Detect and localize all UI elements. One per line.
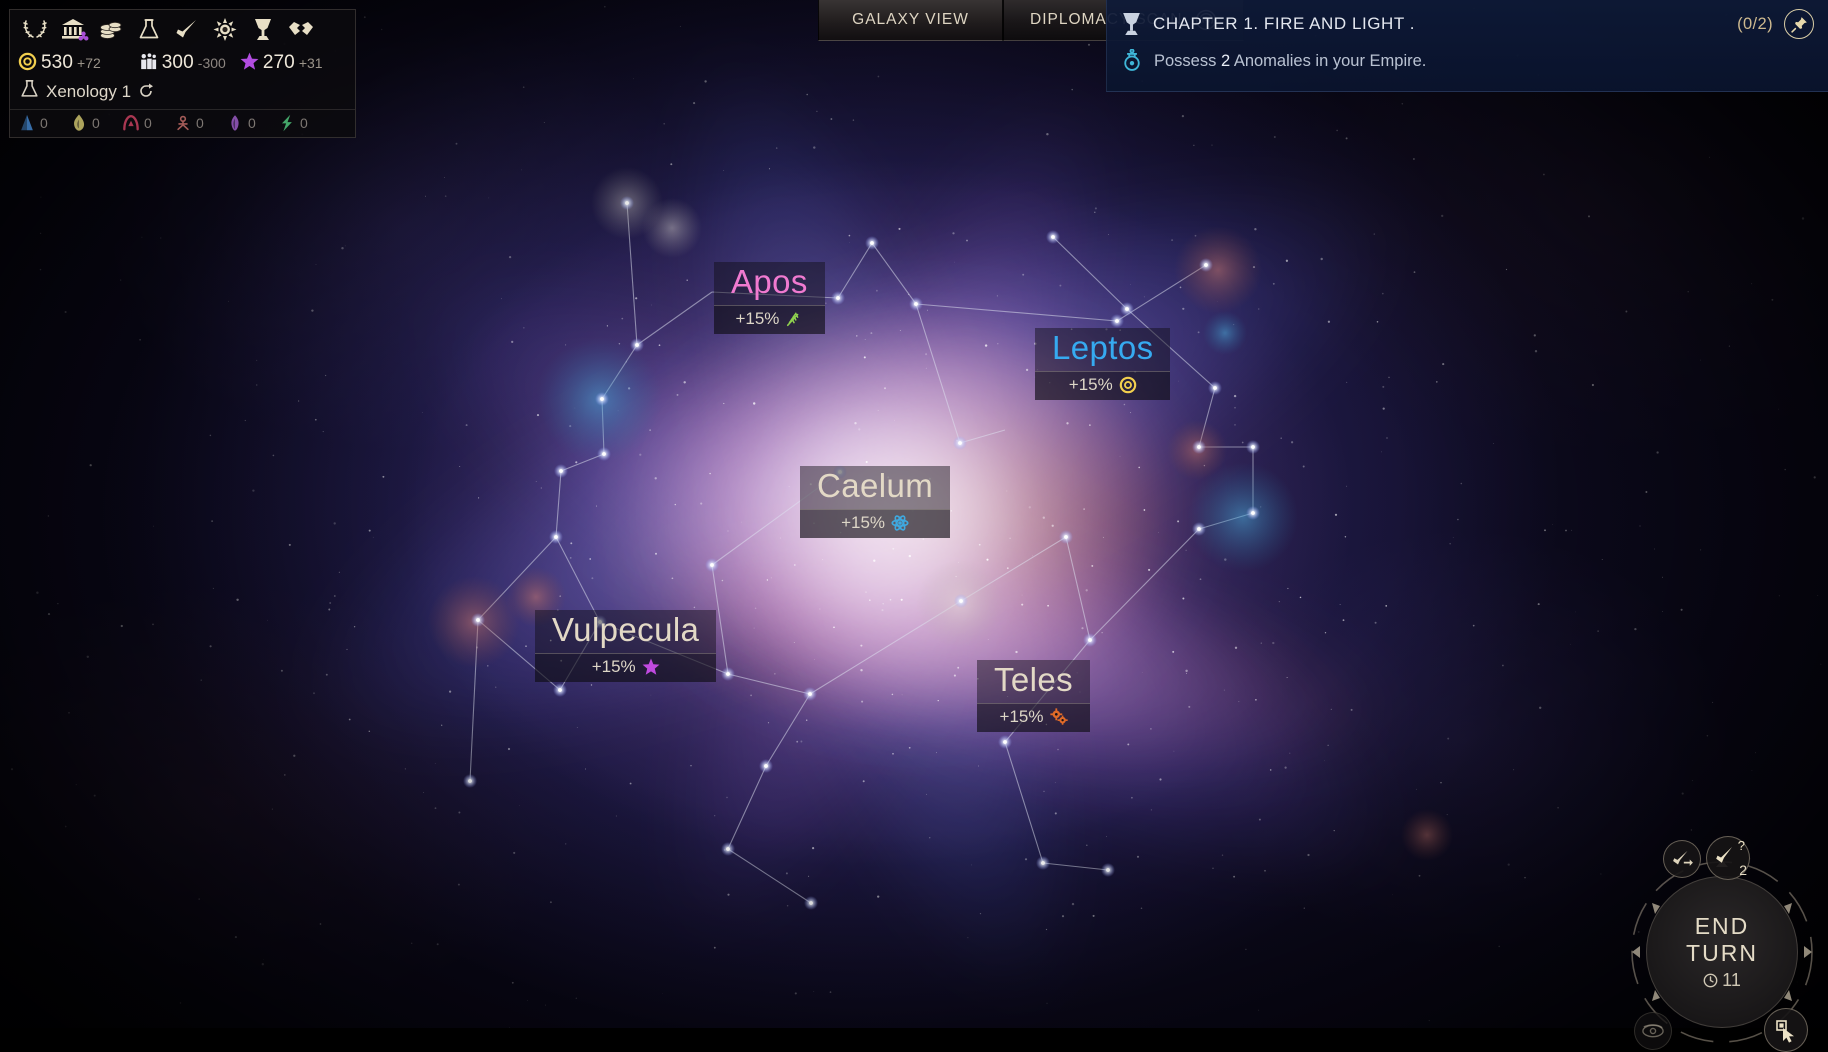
- food-wheat-icon: [785, 310, 803, 328]
- turn-control-cluster: END TURN 11 ? 2: [1624, 836, 1820, 1052]
- ship-question-icon[interactable]: ? 2: [1706, 836, 1750, 880]
- strategic-titanium-value: 0: [40, 115, 48, 131]
- government-icon[interactable]: [54, 14, 92, 44]
- primary-resources-row: 530 +72 300 -300 270 +31: [10, 47, 355, 77]
- ship-icon[interactable]: [168, 14, 206, 44]
- handshake-icon[interactable]: [282, 14, 320, 44]
- strategic-quadrinix: 0: [226, 114, 278, 132]
- constellation-teles[interactable]: Teles +15%: [977, 660, 1091, 732]
- constellation-vulpecula-name: Vulpecula: [535, 610, 717, 653]
- flask-icon: [20, 79, 39, 104]
- coins-icon[interactable]: [92, 14, 130, 44]
- titanium-icon: [18, 114, 36, 132]
- quest-tracker-panel: CHAPTER 1. FIRE AND LIGHT . (0/2) Posses…: [1106, 0, 1828, 92]
- industry-gears-icon: [1049, 708, 1068, 726]
- strategic-orichalcix-value: 0: [196, 115, 204, 131]
- strategic-hyperium-value: 0: [92, 115, 100, 131]
- quadrinix-icon: [226, 114, 244, 132]
- end-turn-label-1: END: [1694, 913, 1750, 940]
- trophy-icon[interactable]: [244, 14, 282, 44]
- constellation-leptos-name: Leptos: [1035, 328, 1171, 371]
- idle-fleet-count: 2: [1739, 862, 1747, 878]
- constellation-caelum-bonus-value: +15%: [841, 512, 886, 532]
- strategic-quadrinix-value: 0: [248, 115, 256, 131]
- constellation-vulpecula[interactable]: Vulpecula +15%: [535, 610, 717, 682]
- population-icon: [139, 52, 158, 71]
- strategic-titanium: 0: [18, 114, 70, 132]
- anomaly-icon: [1121, 49, 1143, 73]
- ship-question-mark: ?: [1737, 838, 1745, 853]
- resource-influence: 300 -300: [139, 49, 226, 74]
- science-star-icon: [642, 658, 660, 676]
- resource-science-value: 270: [262, 52, 295, 73]
- empire-hud-panel: 530 +72 300 -300 270 +31 Xenology 1 0 0 0 0 0 0: [9, 9, 356, 138]
- turn-number: 11: [1722, 969, 1741, 990]
- hud-nav-iconbar: [10, 10, 355, 47]
- pin-icon[interactable]: [1784, 9, 1814, 39]
- constellation-vulpecula-bonus: +15%: [535, 652, 717, 682]
- constellation-caelum-bonus: +15%: [800, 508, 951, 538]
- constellation-caelum-name: Caelum: [800, 466, 951, 509]
- end-turn-button[interactable]: END TURN 11: [1646, 876, 1798, 1028]
- strategic-antimatter-value: 0: [144, 115, 152, 131]
- resource-science: 270 +31: [240, 49, 323, 74]
- constellation-apos[interactable]: Apos +15%: [714, 262, 825, 334]
- constellation-leptos[interactable]: Leptos +15%: [1035, 328, 1171, 400]
- clock-icon: [1703, 973, 1718, 988]
- tab-galaxy-view[interactable]: GALAXY VIEW: [818, 0, 1003, 41]
- turn-refresh-icon: [138, 83, 154, 104]
- galaxy-eye-icon[interactable]: [1634, 1012, 1672, 1050]
- end-turn-label-2: TURN: [1686, 939, 1758, 966]
- resource-influence-value: 300: [161, 52, 194, 73]
- constellation-teles-bonus-value: +15%: [999, 706, 1044, 726]
- flask-icon[interactable]: [130, 14, 168, 44]
- resource-dust: 530 +72: [18, 49, 101, 74]
- resource-influence-delta: -300: [197, 55, 226, 71]
- constellation-caelum[interactable]: Caelum +15%: [800, 466, 951, 538]
- resource-dust-value: 530: [41, 52, 74, 73]
- strategic-mezari-value: 0: [300, 115, 308, 131]
- constellation-leptos-bonus: +15%: [1035, 370, 1171, 400]
- laurel-icon[interactable]: [16, 14, 54, 44]
- strategic-orichalcix: 0: [174, 114, 226, 132]
- ship-move-icon[interactable]: [1663, 840, 1701, 878]
- turn-counter: 11: [1703, 970, 1741, 991]
- constellation-vulpecula-bonus-value: +15%: [591, 656, 636, 676]
- orichalcix-icon: [174, 114, 192, 132]
- constellation-apos-name: Apos: [714, 262, 825, 305]
- strategic-antimatter: 0: [122, 114, 174, 132]
- dust-coin-icon: [1119, 376, 1137, 394]
- strategic-hyperium: 0: [70, 114, 122, 132]
- quest-progress-counter: (0/2): [1737, 14, 1773, 33]
- constellation-teles-name: Teles: [977, 660, 1091, 703]
- constellation-apos-bonus-value: +15%: [735, 308, 780, 328]
- resource-dust-delta: +72: [77, 55, 101, 71]
- trophy-icon: [1121, 12, 1142, 36]
- constellation-apos-bonus: +15%: [714, 304, 825, 334]
- strategic-mezari: 0: [278, 114, 330, 132]
- star-sun-icon[interactable]: [206, 14, 244, 44]
- cursor-select-icon[interactable]: [1764, 1008, 1808, 1052]
- science-star-icon: [240, 52, 259, 71]
- constellation-teles-bonus: +15%: [977, 702, 1091, 732]
- quest-objective-text: Possess 2 Anomalies in your Empire.: [1154, 52, 1427, 70]
- star-systems: [463, 196, 1260, 910]
- antimatter-icon: [122, 114, 140, 132]
- strategic-resources-row: 0 0 0 0 0 0: [10, 110, 355, 137]
- constellation-leptos-bonus-value: +15%: [1068, 374, 1113, 394]
- mezari-icon: [278, 114, 296, 132]
- research-label: Xenology 1: [46, 81, 132, 101]
- resource-science-delta: +31: [298, 55, 323, 71]
- government-badge-icon: [78, 31, 89, 41]
- hyperium-icon: [70, 114, 88, 132]
- tab-galaxy-view-label: GALAXY VIEW: [852, 11, 969, 28]
- current-research-row[interactable]: Xenology 1: [10, 77, 355, 110]
- influence-icon: [891, 514, 909, 532]
- dust-coin-icon: [18, 52, 37, 71]
- quest-title: CHAPTER 1. FIRE AND LIGHT .: [1153, 14, 1416, 33]
